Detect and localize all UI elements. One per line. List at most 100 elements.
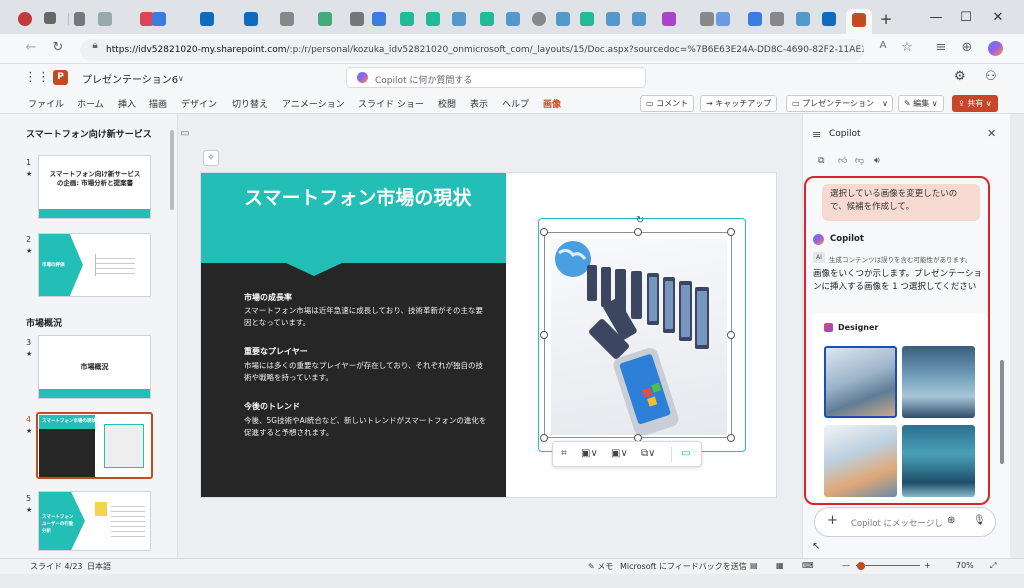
section-body[interactable]: 今後、5G技術やAI統合など、新しいトレンドがスマートフォンの進化を促進すると予… (244, 415, 489, 439)
browser-tab[interactable] (426, 12, 440, 26)
section-body[interactable]: 市場には多くの重要なプレイヤーが存在しており、それぞれが独自の技術や戦略を持って… (244, 360, 489, 384)
slide-thumbnail-3[interactable]: 市場概況 (38, 335, 151, 399)
back-arrow-icon[interactable]: ← (22, 40, 40, 55)
favorite-star-icon[interactable]: ☆ (898, 40, 916, 55)
browser-tab[interactable] (280, 12, 294, 26)
comment-button[interactable]: ▭ コメント (640, 95, 695, 112)
cloud-tab-icon[interactable] (556, 12, 570, 26)
section-heading[interactable]: 重要なプレイヤー (244, 346, 308, 357)
globe-icon[interactable]: ⊕ (947, 515, 955, 526)
share-button[interactable]: ⇪ 共有 ∨ (952, 95, 998, 112)
designer-image-option-1[interactable] (824, 346, 897, 418)
fit-to-window-icon[interactable]: ⤢ (990, 561, 996, 571)
active-browser-tab[interactable] (846, 9, 872, 34)
document-title[interactable]: プレゼンテーション6 (82, 71, 178, 86)
thumbs-down-icon[interactable]: 👎︎ (855, 156, 864, 166)
close-pane-icon[interactable]: ✕ (987, 127, 996, 140)
cloud-tab-icon[interactable] (452, 12, 466, 26)
section-heading[interactable]: 市場の成長率 (244, 292, 292, 303)
tab-slideshow[interactable]: スライド ショー (358, 97, 424, 110)
resize-handle[interactable] (727, 434, 735, 442)
resize-handle[interactable] (540, 228, 548, 236)
browser-tab[interactable] (372, 12, 386, 26)
zoom-slider-track[interactable] (856, 565, 920, 566)
resize-handle[interactable] (727, 331, 735, 339)
change-picture-icon[interactable]: ▣∨ (581, 448, 598, 459)
browser-tab[interactable] (480, 12, 494, 26)
slide-thumbnail-1[interactable]: スマートフォン向け新サービスの企画: 市場分析と提案書 (38, 155, 151, 219)
browser-tab[interactable] (580, 12, 594, 26)
tab-view[interactable]: 表示 (470, 97, 488, 110)
normal-view-icon[interactable]: ▤ (750, 561, 758, 570)
smartphone-domino-image[interactable] (551, 239, 727, 437)
cloud-tab-icon[interactable] (796, 12, 810, 26)
resize-handle[interactable] (540, 434, 548, 442)
tab-draw[interactable]: 描画 (149, 97, 167, 110)
thumbnails-scrollbar[interactable] (170, 130, 174, 210)
copilot-message-input[interactable]: + Copilot にメッセージし ⊕ 🎙︎ (814, 507, 996, 537)
slide-sorter-icon[interactable]: ▦ (776, 561, 784, 570)
title-chevron-icon[interactable]: ∨ (178, 74, 184, 83)
resize-handle[interactable] (540, 331, 548, 339)
tab-animations[interactable]: アニメーション (282, 97, 345, 110)
designer-image-option-4[interactable] (902, 425, 975, 497)
profile-icon[interactable] (18, 12, 32, 26)
maximize-button[interactable]: ☐ (956, 10, 976, 25)
tab-home[interactable]: ホーム (77, 97, 104, 110)
copilot-browser-icon[interactable] (988, 41, 1003, 56)
cloud-tab-icon[interactable] (632, 12, 646, 26)
zoom-in-button[interactable]: + (924, 561, 931, 570)
workspace-icon[interactable] (74, 12, 85, 26)
browser-tab[interactable] (152, 12, 166, 26)
section-body[interactable]: スマートフォン市場は近年急速に成長しており、技術革新がその主な要因となっています… (244, 305, 489, 329)
designer-image-option-2[interactable] (902, 346, 975, 418)
lock-icon[interactable]: 🔒︎ (86, 40, 104, 51)
browser-tab[interactable] (770, 12, 784, 26)
tab-transitions[interactable]: 切り替え (232, 97, 268, 110)
outlook-tab-icon[interactable] (200, 12, 214, 26)
settings-gear-icon[interactable]: ⚙ (954, 69, 966, 84)
close-window-button[interactable]: ✕ (988, 10, 1008, 25)
reading-view-icon[interactable]: ⌨ (802, 561, 814, 570)
crop-icon[interactable]: ⌗ (561, 448, 567, 459)
read-aloud-icon[interactable]: A (874, 40, 892, 51)
rotate-handle-icon[interactable]: ↻ (636, 215, 644, 226)
browser-tab[interactable] (400, 12, 414, 26)
zoom-level[interactable]: 70% (956, 561, 974, 570)
refresh-icon[interactable]: ↻ (49, 40, 67, 55)
slide-thumbnail-2[interactable]: 市場の評価 (38, 233, 151, 297)
copilot-search-box[interactable]: Copilot に何か質問する (346, 67, 646, 88)
globe-tab-icon[interactable] (532, 12, 546, 26)
copilot-scrollbar[interactable] (1000, 360, 1004, 464)
browser-tab[interactable] (700, 12, 714, 26)
plus-icon[interactable]: + (827, 513, 838, 528)
section-title[interactable]: 市場概況 (26, 316, 62, 329)
outlook-tab-icon[interactable] (822, 12, 836, 26)
cloud-tab-icon[interactable] (606, 12, 620, 26)
tab-help[interactable]: ヘルプ (502, 97, 529, 110)
mail-tab-icon[interactable] (716, 12, 730, 26)
browser-tab[interactable] (662, 12, 676, 26)
tab-design[interactable]: デザイン (181, 97, 217, 110)
url-field[interactable]: https://idv52821020-my.sharepoint.com/:p… (80, 39, 864, 61)
designer-image-option-3[interactable] (824, 425, 897, 497)
panel-toggle-icon[interactable]: ▭ (180, 128, 189, 139)
favorites-icon[interactable]: ≡ (932, 40, 950, 55)
catchup-button[interactable]: ⇝ キャッチアップ (700, 95, 778, 112)
extensions-icon[interactable]: ⊕ (958, 40, 976, 55)
speaker-icon[interactable]: 🔊︎ (874, 156, 880, 166)
menu-icon[interactable]: ≡ (812, 128, 821, 141)
resize-handle[interactable] (634, 228, 642, 236)
browser-tab[interactable] (350, 12, 364, 26)
slide-thumbnail-4[interactable]: スマートフォン市場の現状 (36, 412, 153, 479)
present-button[interactable]: ▭ プレゼンテーション ∨ (786, 95, 893, 112)
browser-tab[interactable] (318, 12, 332, 26)
browser-tab[interactable] (98, 12, 112, 26)
tab-review[interactable]: 校閲 (438, 97, 456, 110)
tab-file[interactable]: ファイル (28, 97, 64, 110)
new-tab-button[interactable]: + (876, 10, 896, 28)
microphone-icon[interactable]: 🎙︎ (973, 515, 986, 526)
language-indicator[interactable]: 日本語 (87, 561, 111, 572)
zoom-out-button[interactable]: — (842, 561, 850, 570)
minimize-button[interactable]: — (926, 10, 946, 25)
